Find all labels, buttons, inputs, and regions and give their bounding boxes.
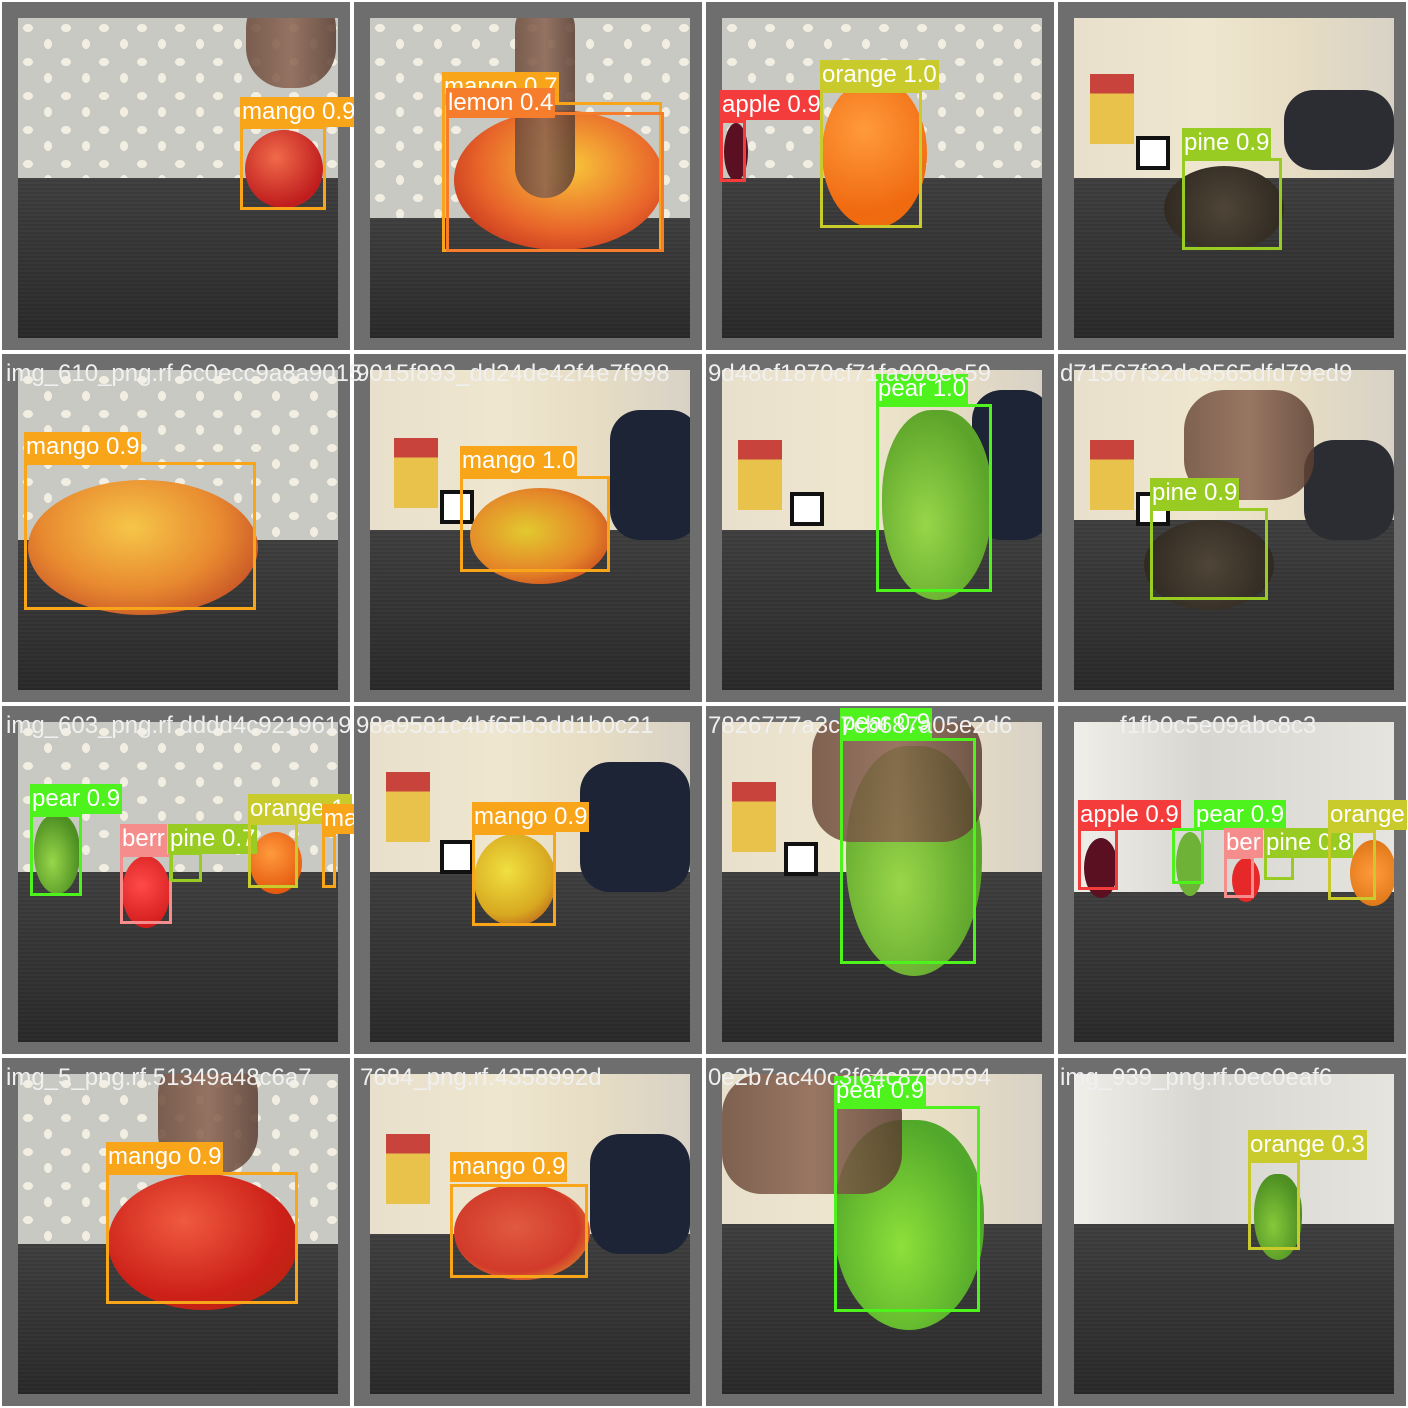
bounding-box	[876, 404, 992, 592]
toy-house	[394, 438, 438, 508]
bounding-box	[720, 120, 746, 182]
toy-house	[1090, 74, 1134, 144]
image-filename: 0e2b7ac40c3f64c8790594	[708, 1064, 991, 1091]
bounding-box	[834, 1106, 980, 1312]
toy-house	[1090, 440, 1134, 510]
grid-cell-16[interactable]: orange 0.3	[1058, 1058, 1406, 1406]
image-filename: 7826777a3c7cb687a05e2d6	[708, 712, 1013, 739]
image-filename: 9015f893_dd24de42f4e7f998	[356, 360, 670, 387]
image-filename: 9d48cf1870cf71fa908ec59	[708, 360, 991, 387]
bounding-box	[322, 834, 336, 888]
bounding-box	[1328, 830, 1376, 900]
sleeve	[610, 410, 690, 540]
detection-label: orange 0.3	[1248, 1130, 1367, 1160]
detection-label: mango 0.9	[106, 1142, 224, 1172]
marker-tag	[790, 492, 824, 526]
marker-tag	[440, 840, 474, 874]
bounding-box	[1248, 1160, 1300, 1250]
bounding-box	[1182, 158, 1282, 250]
detection-label: ber	[1224, 828, 1263, 858]
detection-label: mango 0.9	[450, 1152, 568, 1182]
carpet-floor	[18, 872, 338, 1042]
bounding-box	[106, 1172, 298, 1304]
detection-label: orange	[1328, 800, 1407, 830]
image-filename: img_939_png.rf.0ec0eaf6	[1060, 1064, 1333, 1091]
detection-label: mango 1.0	[460, 446, 578, 476]
grid-cell-7[interactable]: pear 1.0	[706, 354, 1054, 702]
bounding-box	[1172, 828, 1204, 884]
toy-house	[386, 1134, 430, 1204]
bounding-box	[1224, 856, 1254, 898]
bounding-box	[120, 854, 172, 924]
bounding-box	[24, 462, 256, 610]
grid-cell-15[interactable]: pear 0.9	[706, 1058, 1054, 1406]
hand	[246, 18, 336, 88]
detection-label: lemon 0.4	[446, 88, 556, 118]
detection-label: pine 0.9	[1182, 128, 1272, 158]
grid-cell-1[interactable]: mango 0.9	[2, 2, 358, 350]
bounding-box	[30, 814, 82, 896]
bounding-box	[1078, 828, 1118, 890]
detection-label: pear 0.9	[30, 784, 123, 814]
grid-cell-5[interactable]: mango 0.9	[2, 354, 350, 702]
grid-cell-8[interactable]: pine 0.9	[1058, 354, 1406, 702]
grid-cell-4[interactable]: pine 0.9	[1058, 2, 1406, 350]
image-filename: f1fb0c5e09abc8c3	[1120, 712, 1317, 739]
bounding-box	[248, 822, 298, 888]
sock	[1284, 90, 1394, 170]
sleeve	[580, 762, 690, 892]
detection-label: mango 0.9	[472, 802, 590, 832]
grid-cell-14[interactable]: mango 0.9	[354, 1058, 702, 1406]
grid-cell-13[interactable]: mango 0.9	[2, 1058, 350, 1406]
detection-label: berr	[120, 824, 167, 854]
detection-label: pear 0.9	[1194, 800, 1287, 830]
carpet-floor	[1074, 1224, 1394, 1394]
detection-label: orange 1.0	[820, 60, 939, 90]
bounding-box	[446, 112, 664, 252]
image-filename: img_610_png.rf.6c0ecc9a8a9015	[6, 360, 363, 387]
photo	[1074, 1074, 1394, 1394]
image-filename: img_5_png.rf.51349a48c6a7	[6, 1064, 312, 1091]
bounding-box	[1150, 508, 1268, 600]
image-filename: 7684_png.rf.4358992d	[360, 1064, 602, 1091]
grid-cell-2[interactable]: mango 0.7 lemon 0.4	[354, 2, 702, 350]
detection-label: pine 0.7	[168, 824, 258, 854]
grid-cell-6[interactable]: mango 1.0	[354, 354, 702, 702]
carpet-floor	[1074, 892, 1394, 1042]
detection-label: mango 0.9	[24, 432, 142, 462]
detection-label: mango 0.9	[240, 97, 358, 127]
detection-label: apple 0.9	[1078, 800, 1181, 830]
bounding-box	[460, 476, 610, 572]
toy-house	[738, 440, 782, 510]
bounding-box	[450, 1184, 588, 1278]
detection-label: pine 0.9	[1150, 478, 1240, 508]
marker-tag	[784, 842, 818, 876]
toy-house	[732, 782, 776, 852]
bounding-box	[840, 738, 976, 964]
sock	[1304, 440, 1394, 540]
toy-house	[386, 772, 430, 842]
marker-tag	[1136, 136, 1170, 170]
grid-cell-11[interactable]: pear 0.9	[706, 706, 1054, 1054]
bounding-box	[170, 852, 202, 882]
sleeve	[590, 1134, 690, 1254]
grid-cell-9[interactable]: pear 0.9 berr pine 0.7 orange 1.0 mango …	[2, 706, 440, 1054]
bounding-box	[820, 90, 922, 228]
image-filename: d71567f32dc9565dfd79ed9	[1060, 360, 1353, 387]
grid-cell-10[interactable]: mango 0.9	[354, 706, 702, 1054]
grid-cell-3[interactable]: apple 0.9 orange 1.0	[706, 2, 1054, 350]
bounding-box	[240, 126, 326, 210]
image-filename: img_603_png.rf.dddd4c9219619	[6, 712, 352, 739]
grid-cell-12[interactable]: apple 0.9 pear 0.9 ber pine 0.8 orange	[1058, 706, 1407, 1054]
bounding-box	[472, 832, 556, 926]
detection-label: apple 0.9	[720, 90, 823, 120]
image-filename: 98a9581c4bf65b3dd1b0c21	[356, 712, 654, 739]
